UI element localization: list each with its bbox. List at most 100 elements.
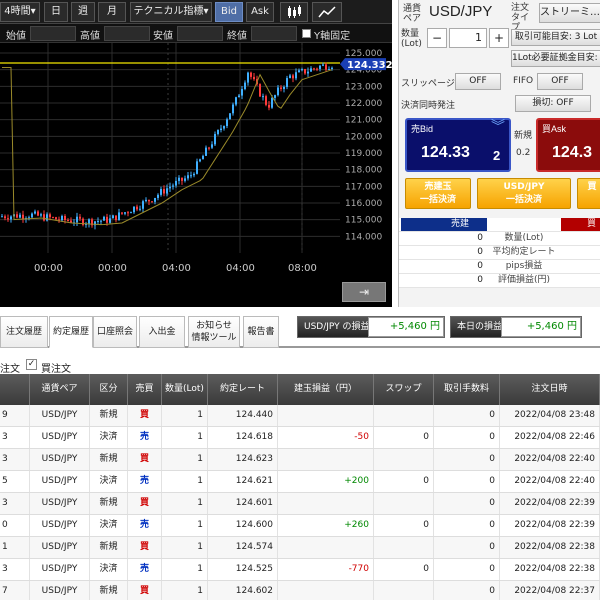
cell-kind: 新規 <box>90 405 128 426</box>
tab-2[interactable]: 約定履歴 <box>49 316 93 348</box>
column-header[interactable] <box>0 374 30 405</box>
cell-id: 3 <box>0 493 30 514</box>
tab-4[interactable]: 入出金 <box>139 316 185 348</box>
price-chart[interactable]: 125.000124.000123.000122.000121.000120.0… <box>0 43 392 307</box>
cell-fee: 0 <box>434 515 500 536</box>
qty-plus-button[interactable]: + <box>489 28 509 48</box>
column-header[interactable]: 通貨ペア <box>30 374 90 405</box>
week-button[interactable]: 週 <box>71 2 95 22</box>
ask-price-button[interactable]: 買Ask 124.3 <box>536 118 600 172</box>
tab-3[interactable]: 口座照会 <box>93 316 137 348</box>
tab-1[interactable]: 注文履歴 <box>0 316 48 348</box>
y-tick-label: 114.000 <box>345 232 382 242</box>
tab-label: 約定履歴 <box>52 327 89 337</box>
cell-kind: 新規 <box>90 449 128 470</box>
column-header[interactable]: 区分 <box>90 374 128 405</box>
close-all-pair-button[interactable]: USD/JPY 一括決済 <box>477 178 571 209</box>
technical-indicator-select[interactable]: テクニカル指標▾ <box>130 2 212 22</box>
table-row[interactable]: 5 USD/JPY 決済売 1 124.621 +200 0 0 2022/04/08 22:4… <box>0 471 600 493</box>
cell-rate: 124.618 <box>208 427 278 448</box>
column-header[interactable]: 注文日時 <box>500 374 600 405</box>
line-chart-icon[interactable] <box>312 2 342 22</box>
spread-value: 0.2 <box>516 148 531 158</box>
close-all-buy-button[interactable]: 買 <box>577 178 600 209</box>
candle-body <box>331 67 333 69</box>
bid-price-last: 2 <box>493 148 501 163</box>
table-row[interactable]: 3 USD/JPY 決済売 1 124.618 -50 0 0 2022/04/08 22:46 <box>0 427 600 449</box>
tab-label-line2: 情報ツール <box>191 333 237 343</box>
slippage-toggle[interactable]: OFF <box>455 73 501 90</box>
ask-toggle[interactable]: Ask <box>246 2 274 22</box>
bid-toggle[interactable]: Bid <box>215 2 243 22</box>
column-header[interactable]: 約定レート <box>208 374 278 405</box>
column-header[interactable]: 建玉損益（円） <box>278 374 374 405</box>
tab-6[interactable]: 報告書 <box>243 316 279 348</box>
qty-minus-button[interactable]: − <box>427 28 447 48</box>
candle-body <box>226 119 228 127</box>
table-row[interactable]: 3 USD/JPY 新規買 1 124.601 0 2022/04/08 22:39 <box>0 493 600 515</box>
fifo-toggle[interactable]: OFF <box>537 73 583 90</box>
cell-pair: USD/JPY <box>30 427 90 448</box>
high-label: 高値 <box>80 31 100 42</box>
candle-body <box>271 97 273 108</box>
position-value: 0 <box>477 233 483 243</box>
buy-position-header: 買 <box>561 218 600 231</box>
column-header[interactable]: 数量(Lot) <box>162 374 208 405</box>
table-row[interactable]: 0 USD/JPY 決済売 1 124.600 +260 0 0 2022/04/08 22:3… <box>0 515 600 537</box>
stop-loss-toggle[interactable]: 損切: OFF <box>515 95 591 112</box>
candle-body <box>97 221 99 223</box>
qty-input[interactable]: 1 <box>449 28 487 48</box>
plot-area <box>0 43 340 283</box>
today-profit-label: 本日の損益 <box>451 317 503 337</box>
close-all-sell-button[interactable]: 売建玉 一括決済 <box>405 178 471 209</box>
candle-body <box>76 216 78 223</box>
y-axis-fix-checkbox[interactable] <box>302 29 311 38</box>
candle-body <box>325 64 327 70</box>
table-row[interactable]: 3 USD/JPY 決済売 1 124.525 -770 0 0 2022/04/08 22:3… <box>0 559 600 581</box>
table-row[interactable]: 3 USD/JPY 新規買 1 124.623 0 2022/04/08 22:40 <box>0 449 600 471</box>
candle-body <box>289 75 291 79</box>
buy-order-checkbox[interactable]: ✓ <box>26 359 37 370</box>
cell-time: 2022/04/08 22:37 <box>500 581 600 600</box>
cell-qty: 1 <box>162 449 208 470</box>
candle-body <box>274 95 276 98</box>
month-button[interactable]: 月 <box>98 2 126 22</box>
y-tick-label: 120.000 <box>345 132 382 142</box>
ask-price-main: 124.3 <box>552 144 593 161</box>
table-row[interactable]: 7 USD/JPY 新規買 1 124.602 0 2022/04/08 22:37 <box>0 581 600 600</box>
candle-body <box>124 212 126 214</box>
cell-id: 9 <box>0 405 30 426</box>
candle-body <box>205 147 207 156</box>
column-header[interactable]: スワップ <box>374 374 434 405</box>
pair-value[interactable]: USD/JPY <box>429 3 492 20</box>
candle-body <box>238 95 240 98</box>
cell-swap <box>374 581 434 600</box>
table-row[interactable]: 9 USD/JPY 新規買 1 124.440 0 2022/04/08 23:48 <box>0 405 600 427</box>
tab-label: 口座照会 <box>96 327 133 337</box>
candlestick-icon[interactable] <box>280 2 308 22</box>
candle-body <box>133 206 135 213</box>
candle-body <box>304 69 306 74</box>
day-button[interactable]: 日 <box>44 2 68 22</box>
cell-pair: USD/JPY <box>30 581 90 600</box>
candle-body <box>223 126 225 129</box>
cell-time: 2022/04/08 22:46 <box>500 427 600 448</box>
chart-scroll-latest-button[interactable]: ⇥ <box>342 282 386 302</box>
pair-profit-value: +5,460 円 <box>368 317 444 337</box>
column-header[interactable]: 売買 <box>128 374 162 405</box>
candle-body <box>34 211 36 214</box>
sell-position-header: 売建 <box>401 218 487 231</box>
low-value-field <box>177 26 223 41</box>
cell-fee: 0 <box>434 537 500 558</box>
column-header[interactable]: 取引手数料 <box>434 374 500 405</box>
candle-body <box>172 185 174 187</box>
chart-toolbar: 4時間▾ 日 週 月 テクニカル指標▾ Bid Ask <box>0 0 392 24</box>
period-select[interactable]: 4時間▾ <box>0 2 40 22</box>
table-row[interactable]: 1 USD/JPY 新規買 1 124.574 0 2022/04/08 22:38 <box>0 537 600 559</box>
order-type-select[interactable]: ストリーミ… <box>539 3 600 23</box>
bid-price-button[interactable]: 売Bid ︾ 124.33 2 <box>405 118 511 172</box>
bid-label: 売Bid <box>411 124 434 134</box>
tab-5[interactable]: お知らせ 情報ツール <box>188 316 240 348</box>
position-label: pips損益 <box>505 261 543 271</box>
position-summary-table: 売建 買 0 数量(Lot) 0 平均約定レート 0 pips損益 0 評価損益(円) <box>399 218 600 288</box>
